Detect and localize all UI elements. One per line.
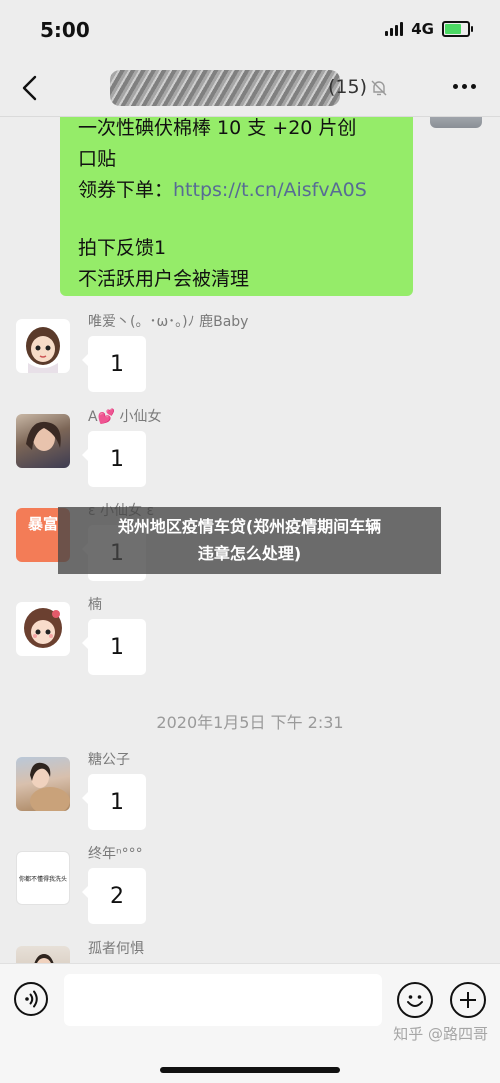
battery-icon (442, 21, 473, 37)
avatar[interactable] (16, 414, 70, 468)
blurred-group-name (110, 70, 340, 106)
chat-message: 糖公子 1 (0, 752, 500, 847)
message-bubble[interactable]: 1 (82, 336, 146, 392)
chat-message: 孤者何惧 (0, 941, 500, 963)
profile-photo-icon (34, 954, 54, 963)
voice-waves-icon (25, 990, 38, 1008)
coupon-label: 领券下单： (78, 179, 174, 201)
banner-line: 违章怎么处理) (197, 544, 302, 563)
message-line: 不活跃用户会被清理 (78, 268, 250, 290)
message-line: 一次性碘伏棉棒 10 支 +20 片创 (78, 117, 357, 139)
input-bar: 知乎 @路四哥 (0, 963, 500, 1083)
message-bubble[interactable]: 2 (82, 868, 146, 924)
chat-message: 你都不懂得我洗头 终年ⁿ°°° 2 (0, 846, 500, 941)
smiley-face-icon (407, 995, 423, 1007)
status-time: 5:00 (40, 18, 90, 42)
signal-icon (385, 22, 404, 36)
chat-message: 楠 1 (0, 597, 500, 692)
message-line: 拍下反馈1 (78, 237, 167, 259)
message-line: 口贴 (78, 148, 117, 170)
sender-name: 孤者何惧 (88, 941, 144, 957)
coupon-link[interactable]: https://t.cn/AisfvA0S (173, 179, 367, 201)
plus-icon[interactable] (450, 982, 486, 1018)
ellipsis-icon[interactable] (453, 84, 476, 89)
banner-line: 郑州地区疫情车贷(郑州疫情期间车辆 (117, 517, 382, 536)
avatar[interactable]: 你都不懂得我洗头 (16, 851, 70, 905)
cartoon-girl-icon (24, 608, 62, 648)
chevron-left-icon[interactable] (18, 74, 42, 102)
message-line: 领券下单：https://t.cn/AisfvA0S (78, 175, 395, 206)
avatar[interactable] (16, 946, 70, 963)
profile-photo-icon (30, 762, 70, 811)
emoji-icon[interactable] (397, 982, 433, 1018)
chat-message: A💕 小仙女 1 (0, 409, 500, 504)
watermark: 知乎 @路四哥 (393, 1025, 488, 1043)
timestamp: 2020年1月5日 下午 2:31 (156, 713, 344, 732)
sent-message-bubble[interactable]: 一次性碘伏棉棒 10 支 +20 片创 口贴 领券下单：https://t.cn… (60, 117, 413, 296)
avatar[interactable] (16, 602, 70, 656)
cartoon-girl-icon (26, 327, 60, 373)
status-bar: 5:00 4G (0, 0, 500, 60)
voice-icon[interactable] (14, 982, 48, 1016)
network-type: 4G (411, 20, 434, 38)
bell-slash-icon (371, 80, 387, 96)
sender-name: 楠 (88, 597, 102, 613)
message-bubble[interactable]: 1 (82, 431, 146, 487)
avatar[interactable] (16, 757, 70, 811)
home-indicator[interactable] (160, 1067, 340, 1073)
message-input[interactable] (64, 974, 382, 1026)
profile-photo-icon (26, 421, 61, 451)
chat-header: (15) (0, 60, 500, 117)
group-title: (15) (100, 70, 400, 106)
overlay-banner: 郑州地区疫情车贷(郑州疫情期间车辆 违章怎么处理) (58, 507, 441, 574)
self-avatar[interactable] (430, 117, 482, 128)
chat-message: 唯爱丶(。･ω･。)ﾉ 鹿Baby 1 (0, 314, 500, 409)
message-bubble[interactable]: 1 (82, 774, 146, 830)
sender-name: 唯爱丶(。･ω･。)ﾉ 鹿Baby (88, 314, 249, 330)
member-count: (15) (328, 76, 368, 98)
status-indicators: 4G (385, 20, 473, 38)
sender-name: 终年ⁿ°°° (88, 846, 143, 862)
sender-name: A💕 小仙女 (88, 409, 162, 425)
avatar[interactable] (16, 319, 70, 373)
sender-name: 糖公子 (88, 752, 130, 768)
message-bubble[interactable]: 1 (82, 619, 146, 675)
